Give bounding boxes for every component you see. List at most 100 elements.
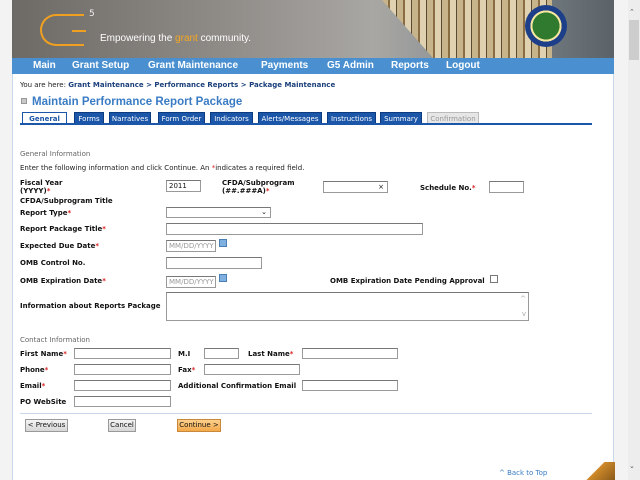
cfda-input[interactable]: ×: [323, 181, 388, 193]
expected-due-date-label: Expected Due Date*: [20, 242, 99, 250]
instructions-post: indicates a required field.: [215, 164, 305, 172]
email-input[interactable]: [74, 380, 171, 391]
label-text: Last Name: [248, 350, 290, 358]
site-header: 5 Empowering the grant community.: [12, 0, 614, 58]
nav-grant-maintenance[interactable]: Grant Maintenance: [148, 60, 238, 71]
first-name-label: First Name*: [20, 350, 67, 358]
breadcrumb-sep: >: [238, 81, 250, 89]
required-mark: *: [265, 187, 270, 195]
label-text: Report Package Title: [20, 225, 103, 233]
email-label: Email*: [20, 382, 45, 390]
required-mark: *: [41, 382, 46, 390]
breadcrumb-sep: >: [143, 81, 155, 89]
omb-control-label: OMB Control No.: [20, 259, 86, 267]
tagline-text-end: community.: [197, 33, 252, 44]
required-mark: *: [63, 350, 67, 358]
required-mark: *: [67, 209, 72, 217]
cfda-title-label: CFDA/Subprogram Title: [20, 197, 113, 205]
breadcrumb-performance-reports[interactable]: Performance Reports: [154, 81, 238, 89]
title-icon: [21, 98, 27, 104]
main-nav: Main Grant Setup Grant Maintenance Payme…: [12, 58, 614, 74]
required-mark: *: [471, 184, 476, 192]
general-info-heading: General Information: [20, 150, 91, 158]
report-type-label: Report Type*: [20, 209, 71, 217]
mi-label: M.I: [178, 350, 191, 358]
required-mark: *: [102, 277, 106, 285]
fiscal-year-label: Fiscal Year (YYYY)*: [20, 179, 80, 195]
schedule-no-label: Schedule No.*: [420, 184, 476, 192]
chevron-down-icon: ⌄: [261, 208, 267, 216]
fiscal-year-input[interactable]: 2011: [166, 180, 201, 192]
expected-due-date-input[interactable]: MM/DD/YYYY: [166, 240, 216, 252]
scrollbar[interactable]: [628, 0, 640, 480]
first-name-input[interactable]: [74, 348, 171, 359]
report-type-select[interactable]: ⌄: [166, 207, 271, 218]
nav-logout[interactable]: Logout: [446, 60, 480, 71]
info-textarea[interactable]: ^ v: [166, 292, 529, 321]
info-label: Information about Reports Package: [20, 302, 161, 310]
required-mark: *: [102, 225, 106, 233]
scroll-down-icon: v: [521, 310, 526, 318]
logo-superscript: 5: [89, 9, 95, 19]
tagline-accent: grant: [175, 33, 198, 44]
breadcrumb-grant-maintenance[interactable]: Grant Maintenance: [68, 81, 143, 89]
fax-input[interactable]: [204, 364, 300, 375]
schedule-no-input[interactable]: [489, 181, 524, 193]
clear-icon[interactable]: ×: [378, 182, 384, 192]
calendar-icon[interactable]: [219, 239, 227, 247]
omb-pending-checkbox[interactable]: [490, 275, 498, 283]
tagline: Empowering the grant community.: [100, 33, 251, 44]
last-name-input[interactable]: [302, 348, 398, 359]
required-mark: *: [44, 366, 49, 374]
label-text: Report Type: [20, 209, 68, 217]
form-divider: [20, 413, 592, 414]
nav-reports[interactable]: Reports: [391, 60, 429, 71]
additional-email-label: Additional Confirmation Email: [178, 382, 297, 390]
tab-label: General: [29, 115, 60, 123]
omb-expiration-label: OMB Expiration Date*: [20, 277, 106, 285]
label-text: Phone: [20, 366, 45, 374]
instructions-text: Enter the following information and clic…: [20, 164, 304, 172]
back-to-top-link[interactable]: ^ Back to Top: [499, 469, 547, 477]
omb-expiration-input[interactable]: MM/DD/YYYY: [166, 276, 216, 288]
cancel-button[interactable]: Cancel: [108, 419, 136, 432]
previous-button[interactable]: < Previous: [25, 419, 68, 432]
scrollbar-thumb[interactable]: [629, 20, 639, 60]
fax-label: Fax*: [178, 366, 195, 374]
breadcrumb-prefix: You are here:: [20, 81, 69, 89]
g5-logo: [40, 14, 86, 46]
mi-input[interactable]: [204, 348, 239, 359]
nav-payments[interactable]: Payments: [261, 60, 308, 71]
continue-button[interactable]: Continue >: [177, 419, 221, 432]
phone-input[interactable]: [74, 364, 171, 375]
omb-pending-label: OMB Expiration Date Pending Approval: [330, 277, 485, 285]
label-text: Schedule No.: [420, 184, 472, 192]
report-package-title-input[interactable]: [166, 223, 423, 235]
scroll-down-arrow-icon[interactable]: ⌄: [629, 462, 635, 470]
instructions-pre: Enter the following information and clic…: [20, 164, 212, 172]
breadcrumb: You are here: Grant Maintenance > Perfor…: [20, 81, 335, 89]
label-text: CFDA/Subprogram (##.###A): [222, 179, 295, 195]
tagline-text: Empowering the: [100, 33, 176, 44]
label-text: First Name: [20, 350, 64, 358]
required-mark: *: [289, 350, 294, 358]
contact-info-heading: Contact Information: [20, 336, 90, 344]
nav-g5-admin[interactable]: G5 Admin: [327, 60, 374, 71]
phone-label: Phone*: [20, 366, 48, 374]
calendar-icon[interactable]: [219, 274, 227, 282]
nav-main[interactable]: Main: [33, 60, 56, 71]
required-mark: *: [46, 187, 51, 195]
po-website-input[interactable]: [74, 396, 171, 407]
scroll-up-arrow-icon[interactable]: ⌃: [629, 8, 635, 16]
last-name-label: Last Name*: [248, 350, 293, 358]
required-mark: *: [95, 242, 100, 250]
label-text: Email: [20, 382, 42, 390]
nav-grant-setup[interactable]: Grant Setup: [72, 60, 129, 71]
breadcrumb-package-maintenance: Package Maintenance: [249, 81, 336, 89]
omb-control-input[interactable]: [166, 257, 262, 269]
required-mark: *: [191, 366, 196, 374]
tab-divider: [20, 123, 592, 125]
additional-email-input[interactable]: [302, 380, 398, 391]
scroll-up-icon: ^: [520, 295, 526, 303]
label-text: Fiscal Year (YYYY): [20, 179, 63, 195]
